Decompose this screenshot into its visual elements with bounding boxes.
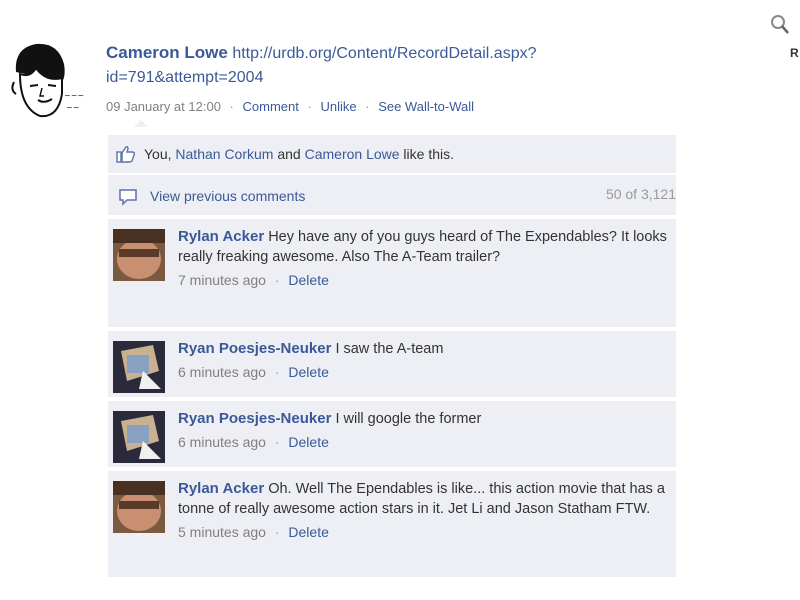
delete-comment-link[interactable]: Delete — [288, 434, 328, 450]
delete-comment-link[interactable]: Delete — [288, 272, 328, 288]
delete-comment-link[interactable]: Delete — [288, 364, 328, 380]
commenter-avatar[interactable] — [113, 229, 165, 281]
commenter-avatar[interactable] — [113, 481, 165, 533]
commenter-avatar[interactable] — [113, 341, 165, 393]
separator: · — [274, 364, 280, 380]
commenter-name-link[interactable]: Rylan Acker — [178, 228, 264, 245]
comment-body: Rylan Acker Oh. Well The Ependables is l… — [178, 479, 668, 542]
separator: · — [365, 99, 370, 114]
comment-time: 6 minutes ago — [178, 434, 266, 450]
comment-link[interactable]: Comment — [243, 99, 299, 114]
panel-caret — [134, 120, 148, 127]
comment-item: Ryan Poesjes-Neuker I saw the A-team 6 m… — [108, 331, 676, 397]
poster-avatar[interactable]: ~~~ ~~ — [6, 38, 90, 124]
unlike-link[interactable]: Unlike — [320, 99, 356, 114]
comment-meta: 6 minutes ago · Delete — [178, 362, 668, 382]
likes-suffix: like this. — [403, 146, 454, 162]
comment-text: I will google the former — [335, 411, 482, 427]
post-meta: 09 January at 12:00 · Comment · Unlike ·… — [106, 99, 474, 114]
comment-body: Ryan Poesjes-Neuker I will google the fo… — [178, 409, 668, 452]
search-icon[interactable] — [770, 14, 790, 41]
delete-comment-link[interactable]: Delete — [288, 524, 328, 540]
separator: · — [274, 434, 280, 450]
comment-meta: 6 minutes ago · Delete — [178, 432, 668, 452]
comment-text: I saw the A-team — [335, 341, 444, 357]
comment-meta: 5 minutes ago · Delete — [178, 522, 668, 542]
view-previous-row: View previous comments 50 of 3,121 — [108, 175, 676, 215]
comment-body: Ryan Poesjes-Neuker I saw the A-team 6 m… — [178, 339, 668, 382]
comment-meta: 7 minutes ago · Delete — [178, 270, 668, 290]
view-previous-comments-link[interactable]: View previous comments — [150, 188, 305, 204]
comment-time: 6 minutes ago — [178, 364, 266, 380]
comment-count: 50 of 3,121 — [605, 186, 676, 202]
post-timestamp[interactable]: 09 January at 12:00 — [106, 99, 221, 114]
comment-time: 5 minutes ago — [178, 524, 266, 540]
comment-item: Rylan Acker Hey have any of you guys hea… — [108, 219, 676, 327]
commenter-avatar[interactable] — [113, 411, 165, 463]
likes-row: You, Nathan Corkum and Cameron Lowe like… — [108, 135, 676, 173]
comment-time: 7 minutes ago — [178, 272, 266, 288]
thumbs-up-icon — [116, 145, 136, 166]
search-partial-label: R — [790, 46, 799, 60]
commenter-name-link[interactable]: Ryan Poesjes-Neuker — [178, 340, 331, 357]
comment-body: Rylan Acker Hey have any of you guys hea… — [178, 227, 668, 290]
comment-item: Rylan Acker Oh. Well The Ependables is l… — [108, 471, 676, 577]
separator: · — [229, 99, 234, 114]
liker-link-2[interactable]: Cameron Lowe — [305, 146, 400, 162]
separator: · — [274, 272, 280, 288]
likes-text: You, Nathan Corkum and Cameron Lowe like… — [144, 146, 454, 162]
post-author-link[interactable]: Cameron Lowe — [106, 43, 228, 62]
liker-link-1[interactable]: Nathan Corkum — [175, 146, 273, 162]
likes-conj: and — [277, 146, 301, 162]
svg-text:~~~: ~~~ — [64, 91, 84, 100]
post-header: Cameron Lowe http://urdb.org/Content/Rec… — [106, 41, 686, 90]
speech-bubble-icon — [118, 188, 138, 209]
see-wall-to-wall-link[interactable]: See Wall-to-Wall — [378, 99, 474, 114]
svg-text:~~: ~~ — [66, 103, 79, 112]
separator: · — [274, 524, 280, 540]
separator: · — [307, 99, 312, 114]
commenter-name-link[interactable]: Rylan Acker — [178, 480, 264, 497]
likes-you: You, — [144, 146, 172, 162]
comment-item: Ryan Poesjes-Neuker I will google the fo… — [108, 401, 676, 467]
feedback-panel: You, Nathan Corkum and Cameron Lowe like… — [108, 120, 676, 585]
search-area[interactable]: R — [770, 14, 799, 60]
commenter-name-link[interactable]: Ryan Poesjes-Neuker — [178, 410, 331, 427]
